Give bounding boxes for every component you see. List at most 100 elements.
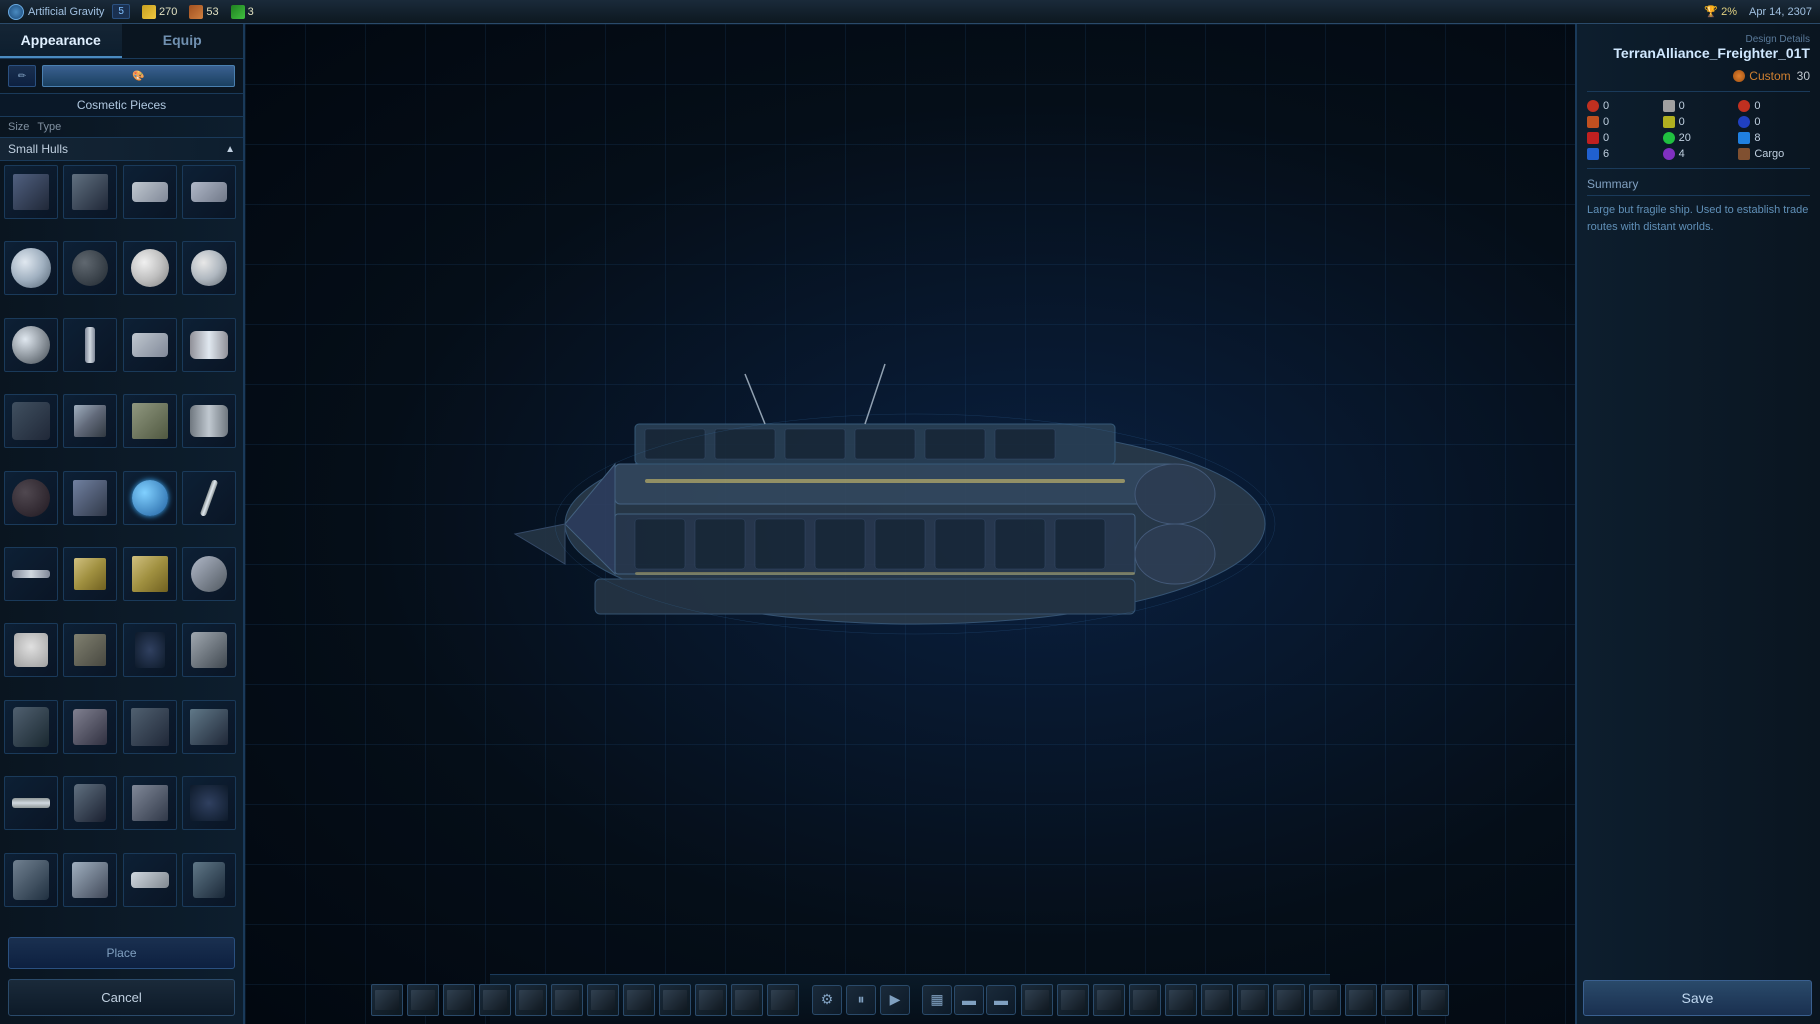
stat-val-11: Cargo <box>1754 148 1784 160</box>
piece-cell[interactable] <box>182 471 236 525</box>
stat-item-3: 0 <box>1587 116 1659 128</box>
piece-cell[interactable] <box>182 318 236 372</box>
piece-cell[interactable] <box>123 165 177 219</box>
toolbar-thumb-12[interactable] <box>767 984 799 1016</box>
piece-cell[interactable] <box>182 853 236 907</box>
piece-cell[interactable] <box>63 853 117 907</box>
piece-cell[interactable] <box>4 700 58 754</box>
piece-cell[interactable] <box>4 623 58 677</box>
compact-view-btn[interactable]: ▬ <box>986 985 1016 1015</box>
category-header[interactable]: Small Hulls ▲ <box>0 138 243 161</box>
toolbar-thumb-3[interactable] <box>443 984 475 1016</box>
tab-appearance[interactable]: Appearance <box>0 24 122 58</box>
piece-cell[interactable] <box>123 853 177 907</box>
food-resource: 53 <box>189 5 218 19</box>
ship-type-row: Custom 30 <box>1587 69 1810 83</box>
palette-icon-btn[interactable]: 🎨 <box>42 65 235 87</box>
toolbar-thumb-10[interactable] <box>695 984 727 1016</box>
stat-icon-blue2 <box>1738 132 1750 144</box>
stat-val-3: 0 <box>1603 116 1609 128</box>
piece-cell[interactable] <box>4 547 58 601</box>
settings-control-btn[interactable]: ⚙ <box>812 985 842 1015</box>
toolbar-thumb-r4[interactable] <box>1129 984 1161 1016</box>
toolbar-thumb-7[interactable] <box>587 984 619 1016</box>
piece-cell[interactable] <box>123 547 177 601</box>
toolbar-thumb-9[interactable] <box>659 984 691 1016</box>
toolbar-thumb-r10[interactable] <box>1345 984 1377 1016</box>
piece-cell[interactable] <box>123 623 177 677</box>
piece-cell[interactable] <box>4 853 58 907</box>
stat-icon-yellow <box>1663 116 1675 128</box>
piece-cell[interactable] <box>182 547 236 601</box>
toolbar-thumb-6[interactable] <box>551 984 583 1016</box>
viewport: ⚙ ⏸ ▶ ▦ ▬ ▬ <box>245 24 1575 1024</box>
stat-icon-cargo <box>1738 148 1750 160</box>
piece-cell[interactable] <box>63 318 117 372</box>
toolbar-thumb-8[interactable] <box>623 984 655 1016</box>
piece-cell[interactable] <box>4 241 58 295</box>
piece-cell[interactable] <box>63 547 117 601</box>
piece-cell[interactable] <box>4 776 58 830</box>
piece-cell[interactable] <box>182 623 236 677</box>
green-resource: 3 <box>231 5 254 19</box>
toolbar-thumb-2[interactable] <box>407 984 439 1016</box>
toolbar-thumb-1[interactable] <box>371 984 403 1016</box>
piece-cell[interactable] <box>123 241 177 295</box>
piece-cell[interactable] <box>63 471 117 525</box>
gold-icon <box>142 5 156 19</box>
topbar: Artificial Gravity 5 270 53 3 🏆 2% Apr 1… <box>0 0 1820 24</box>
grid-view-btn[interactable]: ▦ <box>922 985 952 1015</box>
toolbar-thumb-r7[interactable] <box>1237 984 1269 1016</box>
piece-cell[interactable] <box>182 165 236 219</box>
cancel-button[interactable]: Cancel <box>8 979 235 1016</box>
piece-cell[interactable] <box>123 394 177 448</box>
pieces-grid <box>0 161 243 931</box>
filter-row: Size Type <box>0 117 243 138</box>
piece-cell[interactable] <box>63 776 117 830</box>
piece-cell[interactable] <box>4 165 58 219</box>
toolbar-thumb-r9[interactable] <box>1309 984 1341 1016</box>
piece-cell[interactable] <box>63 394 117 448</box>
toolbar-thumb-r5[interactable] <box>1165 984 1197 1016</box>
toolbar-thumb-r6[interactable] <box>1201 984 1233 1016</box>
piece-cell[interactable] <box>63 700 117 754</box>
piece-cell[interactable] <box>4 318 58 372</box>
ship-type-label: Custom <box>1749 69 1790 83</box>
piece-cell[interactable] <box>63 623 117 677</box>
piece-cell[interactable] <box>63 241 117 295</box>
play-control-btn[interactable]: ▶ <box>880 985 910 1015</box>
piece-cell[interactable] <box>182 241 236 295</box>
piece-cell[interactable] <box>123 318 177 372</box>
ship-svg <box>415 324 1315 724</box>
piece-cell[interactable] <box>4 471 58 525</box>
piece-cell[interactable] <box>182 394 236 448</box>
topbar-right: 🏆 2% Apr 14, 2307 <box>1704 5 1812 18</box>
piece-cell[interactable] <box>182 700 236 754</box>
stat-item-7: 20 <box>1663 132 1735 144</box>
toolbar-thumb-r3[interactable] <box>1093 984 1125 1016</box>
piece-cell[interactable] <box>123 700 177 754</box>
toolbar-thumb-11[interactable] <box>731 984 763 1016</box>
brush-icon-btn[interactable]: ✏ <box>8 65 36 87</box>
stat-item-6: 0 <box>1587 132 1659 144</box>
tab-equip[interactable]: Equip <box>122 24 244 58</box>
category-label: Small Hulls <box>8 142 68 156</box>
piece-cell[interactable] <box>123 471 177 525</box>
toolbar-thumb-r12[interactable] <box>1417 984 1449 1016</box>
piece-cell[interactable] <box>4 394 58 448</box>
design-details-label: Design Details <box>1587 34 1810 45</box>
piece-cell[interactable] <box>182 776 236 830</box>
toolbar-thumb-r2[interactable] <box>1057 984 1089 1016</box>
save-button[interactable]: Save <box>1583 980 1812 1016</box>
stat-icon-orange <box>1587 116 1599 128</box>
list-view-btn[interactable]: ▬ <box>954 985 984 1015</box>
toolbar-thumb-r11[interactable] <box>1381 984 1413 1016</box>
toolbar-thumb-5[interactable] <box>515 984 547 1016</box>
place-button[interactable]: Place <box>8 937 235 969</box>
pause-control-btn[interactable]: ⏸ <box>846 985 876 1015</box>
piece-cell[interactable] <box>123 776 177 830</box>
toolbar-thumb-4[interactable] <box>479 984 511 1016</box>
piece-cell[interactable] <box>63 165 117 219</box>
toolbar-thumb-r8[interactable] <box>1273 984 1305 1016</box>
toolbar-thumb-r1[interactable] <box>1021 984 1053 1016</box>
